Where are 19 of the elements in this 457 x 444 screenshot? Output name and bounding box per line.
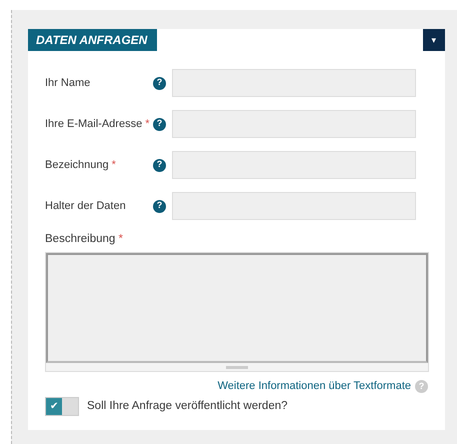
publish-label: Soll Ihre Anfrage veröffentlicht werden?	[87, 398, 288, 414]
field-label: Ihre E-Mail-Adresse *	[45, 117, 151, 131]
field-label: Beschreibung *	[44, 232, 124, 247]
field-label: Bezeichnung *	[45, 158, 117, 172]
text-input-field[interactable]	[172, 69, 416, 97]
text-input-field[interactable]	[172, 151, 416, 179]
publish-toggle[interactable]: ✔	[45, 396, 79, 416]
field-label: Halter der Daten	[45, 199, 127, 213]
panel-title: DATEN ANFRAGEN	[28, 29, 157, 51]
field-label: Ihr Name	[45, 76, 92, 90]
help-icon[interactable]: ?	[153, 76, 166, 90]
text-format-link[interactable]: Weitere Informationen über Textformate	[218, 378, 411, 395]
help-icon[interactable]: ?	[153, 118, 166, 130]
text-input-field[interactable]	[172, 192, 416, 220]
text-input-field[interactable]	[172, 110, 416, 138]
collapse-button[interactable]: ▾	[423, 29, 445, 51]
help-icon[interactable]: ?	[153, 158, 166, 172]
help-icon[interactable]: ?	[153, 200, 166, 212]
description-textarea[interactable]	[45, 252, 429, 372]
